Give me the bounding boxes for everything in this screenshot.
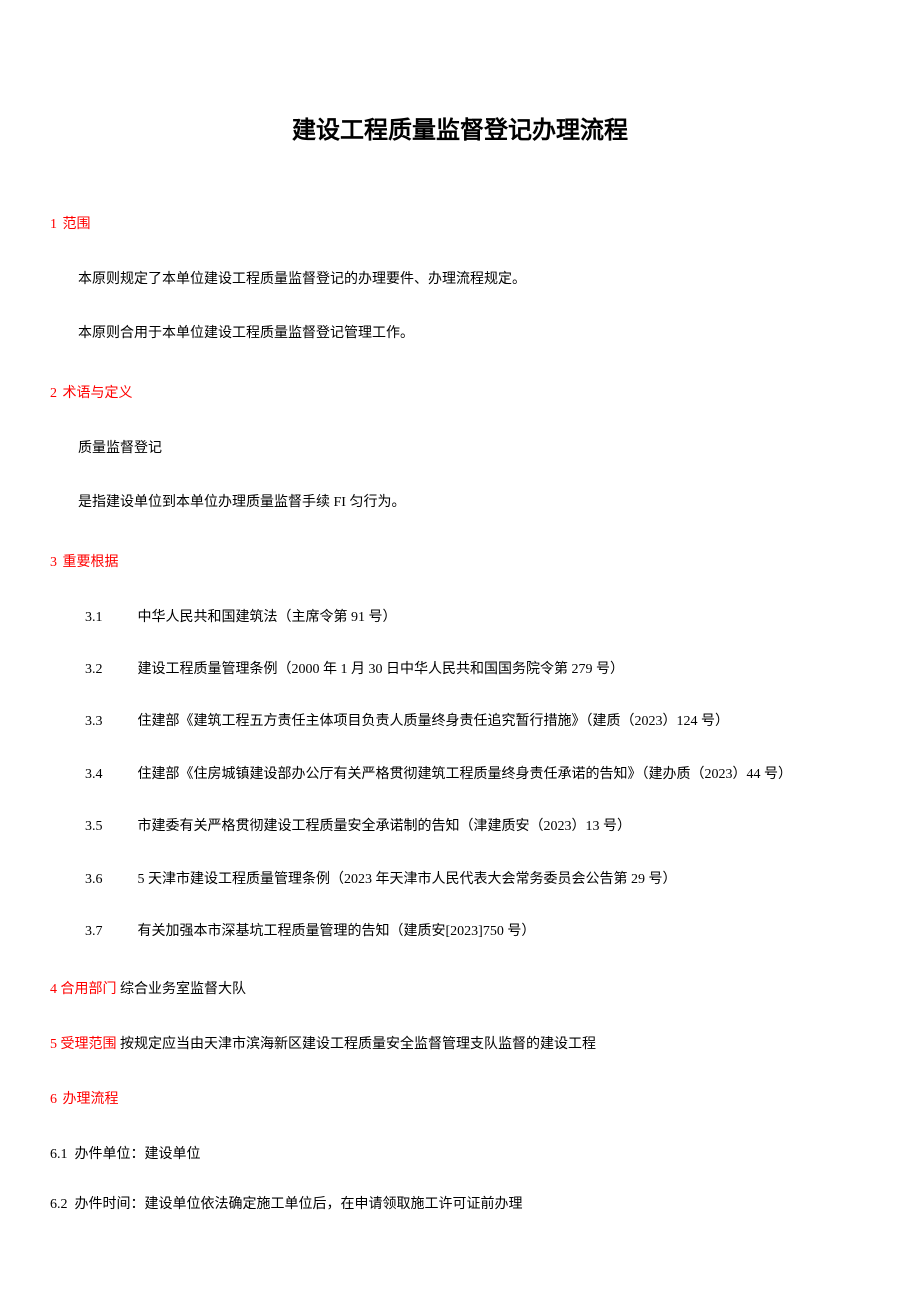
section-inline-text: 按规定应当由天津市滨海新区建设工程质量安全监督管理支队监督的建设工程 (120, 1037, 596, 1052)
item-text: 办件时间：建设单位依法确定施工单位后，在申请领取施工许可证前办理 (75, 1197, 523, 1212)
list-item: 3.4 住建部《住房城镇建设部办公厅有关严格贯彻建筑工程质量终身责任承诺的告知》… (50, 764, 870, 786)
section-heading-6: 6 办理流程 (50, 1088, 870, 1108)
section-heading-text: 受理范围 (61, 1037, 117, 1052)
section-num: 6 (50, 1092, 57, 1107)
item-num: 3.4 (85, 764, 134, 786)
item-num: 3.7 (85, 921, 134, 943)
paragraph: 本原则合用于本单位建设工程质量监督登记管理工作。 (50, 323, 870, 345)
list-item: 3.1 中华人民共和国建筑法（主席令第 91 号） (50, 607, 870, 629)
section-department: 4 合用部门 综合业务室监督大队 (50, 979, 870, 1001)
item-num: 3.3 (85, 711, 134, 733)
paragraph: 质量监督登记 (50, 438, 870, 460)
paragraph: 本原则规定了本单位建设工程质量监督登记的办理要件、办理流程规定。 (50, 269, 870, 291)
list-item: 3.2 建设工程质量管理条例（2000 年 1 月 30 日中华人民共和国国务院… (50, 659, 870, 681)
section-heading-3: 3 重要根据 (50, 551, 870, 571)
section-num: 2 (50, 386, 57, 401)
item-text: 市建委有关严格贯彻建设工程质量安全承诺制的告知（津建质安（2023）13 号） (138, 819, 632, 834)
section-terms: 2 术语与定义 质量监督登记 是指建设单位到本单位办理质量监督手续 FI 匀行为… (50, 382, 870, 515)
item-text: 建设工程质量管理条例（2000 年 1 月 30 日中华人民共和国国务院令第 2… (138, 662, 625, 677)
section-heading-text: 办理流程 (63, 1092, 119, 1107)
section-heading-text: 术语与定义 (63, 386, 133, 401)
item-num: 3.2 (85, 659, 134, 681)
section-heading-2: 2 术语与定义 (50, 382, 870, 402)
item-text: 5 天津市建设工程质量管理条例（2023 年天津市人民代表大会常务委员会公告第 … (138, 872, 677, 887)
list-item: 6.1 办件单位：建设单位 (50, 1144, 870, 1166)
item-text: 住建部《建筑工程五方责任主体项目负责人质量终身责任追究暂行措施》（建质（2023… (138, 714, 730, 729)
section-scope: 1 范围 本原则规定了本单位建设工程质量监督登记的办理要件、办理流程规定。 本原… (50, 213, 870, 346)
paragraph: 是指建设单位到本单位办理质量监督手续 FI 匀行为。 (50, 492, 870, 514)
list-item: 3.3 住建部《建筑工程五方责任主体项目负责人质量终身责任追究暂行措施》（建质（… (50, 711, 870, 733)
document-title: 建设工程质量监督登记办理流程 (50, 110, 870, 145)
item-num: 3.5 (85, 816, 134, 838)
item-text: 办件单位：建设单位 (75, 1147, 201, 1162)
section-num: 5 (50, 1037, 57, 1052)
list-item: 3.6 5 天津市建设工程质量管理条例（2023 年天津市人民代表大会常务委员会… (50, 869, 870, 891)
item-num: 3.6 (85, 869, 134, 891)
item-num: 6.1 (50, 1147, 68, 1162)
section-num: 4 (50, 982, 57, 997)
list-item: 6.2 办件时间：建设单位依法确定施工单位后，在申请领取施工许可证前办理 (50, 1194, 870, 1216)
section-heading-text: 范围 (63, 217, 91, 232)
item-text: 有关加强本市深基坑工程质量管理的告知（建质安[2023]750 号） (138, 924, 536, 939)
item-num: 3.1 (85, 607, 134, 629)
section-heading-1: 1 范围 (50, 213, 870, 233)
section-heading-5: 5 受理范围 (50, 1037, 120, 1052)
list-item: 3.5 市建委有关严格贯彻建设工程质量安全承诺制的告知（津建质安（2023）13… (50, 816, 870, 838)
item-text: 住建部《住房城镇建设部办公厅有关严格贯彻建筑工程质量终身责任承诺的告知》（建办质… (138, 767, 793, 782)
list-item: 3.7 有关加强本市深基坑工程质量管理的告知（建质安[2023]750 号） (50, 921, 870, 943)
section-basis: 3 重要根据 3.1 中华人民共和国建筑法（主席令第 91 号） 3.2 建设工… (50, 551, 870, 944)
section-process: 6 办理流程 6.1 办件单位：建设单位 6.2 办件时间：建设单位依法确定施工… (50, 1088, 870, 1217)
section-heading-text: 重要根据 (63, 555, 119, 570)
item-text: 中华人民共和国建筑法（主席令第 91 号） (138, 610, 397, 625)
section-heading-text: 合用部门 (61, 982, 117, 997)
section-heading-4: 4 合用部门 (50, 982, 120, 997)
section-inline-text: 综合业务室监督大队 (120, 982, 246, 997)
section-acceptance-scope: 5 受理范围 按规定应当由天津市滨海新区建设工程质量安全监督管理支队监督的建设工… (50, 1034, 870, 1056)
section-num: 1 (50, 217, 57, 232)
section-num: 3 (50, 555, 57, 570)
item-num: 6.2 (50, 1197, 68, 1212)
